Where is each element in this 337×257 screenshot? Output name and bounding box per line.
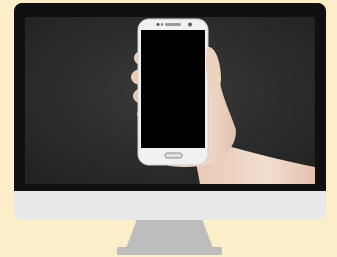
monitor-screen: [25, 17, 315, 184]
phone-sensor-dot: [160, 23, 164, 26]
monitor-bezel: [14, 3, 326, 191]
screen-photo: [25, 17, 315, 184]
phone-screen: [141, 30, 205, 148]
desktop-monitor-icon: [14, 3, 326, 220]
phone-home-button: [164, 152, 183, 159]
monitor-chin: [14, 191, 326, 220]
phone-front-camera: [188, 22, 192, 27]
phone-camera-dot: [156, 23, 160, 26]
phone-earpiece: [165, 23, 181, 26]
